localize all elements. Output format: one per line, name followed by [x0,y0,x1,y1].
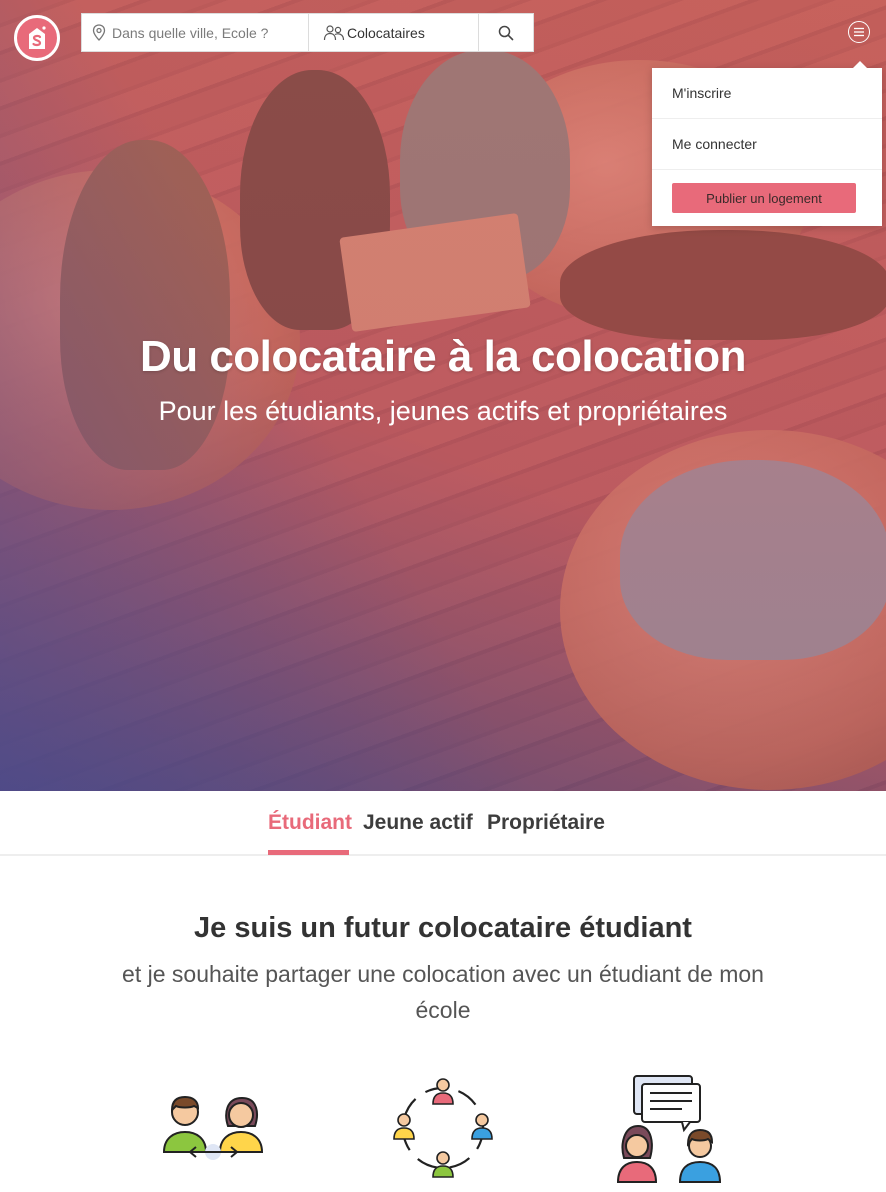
search-type-select[interactable]: Colocataires [309,14,479,51]
menu-item-label: M'inscrire [672,85,732,101]
feature-item [158,1070,278,1185]
search-bar: Colocataires [81,13,534,52]
menu-item-register[interactable]: M'inscrire [652,68,882,119]
search-type-label: Colocataires [347,24,425,41]
people-icon [323,24,345,40]
site-logo[interactable] [14,15,60,61]
menu-item-label: Me connecter [672,136,757,152]
people-circle-network-icon [393,1078,493,1178]
hero-title: Du colocataire à la colocation [139,332,747,381]
two-people-exchange-icon [162,1095,264,1160]
section-subtitle: et je souhaite partager une colocation a… [122,961,764,1023]
search-icon [498,25,514,40]
city-search-input[interactable] [112,24,302,41]
feature-item [612,1070,732,1185]
tab-etudiant[interactable]: Étudiant [268,811,352,835]
profile-tabs: Étudiant Jeune actif Propriétaire [0,791,886,856]
menu-item-login[interactable]: Me connecter [652,119,882,170]
city-search-field[interactable] [82,14,309,51]
menu-button[interactable] [848,21,870,43]
search-submit-button[interactable] [479,14,533,51]
active-tab-indicator [268,850,349,855]
house-s-logo-icon [29,26,46,49]
hero-subtitle: Pour les étudiants, jeunes actifs et pro… [158,396,728,426]
tab-jeune-actif[interactable]: Jeune actif [363,811,473,835]
tab-proprietaire[interactable]: Propriétaire [487,811,605,835]
publish-listing-button[interactable]: Publier un logement [672,183,856,213]
people-chat-icon [616,1075,722,1183]
hamburger-menu-icon [854,27,864,37]
feature-item [383,1070,503,1185]
section-title: Je suis un futur colocataire étudiant [194,912,692,944]
location-pin-icon [92,24,106,41]
account-dropdown-menu: M'inscrire Me connecter Publier un logem… [652,61,882,226]
